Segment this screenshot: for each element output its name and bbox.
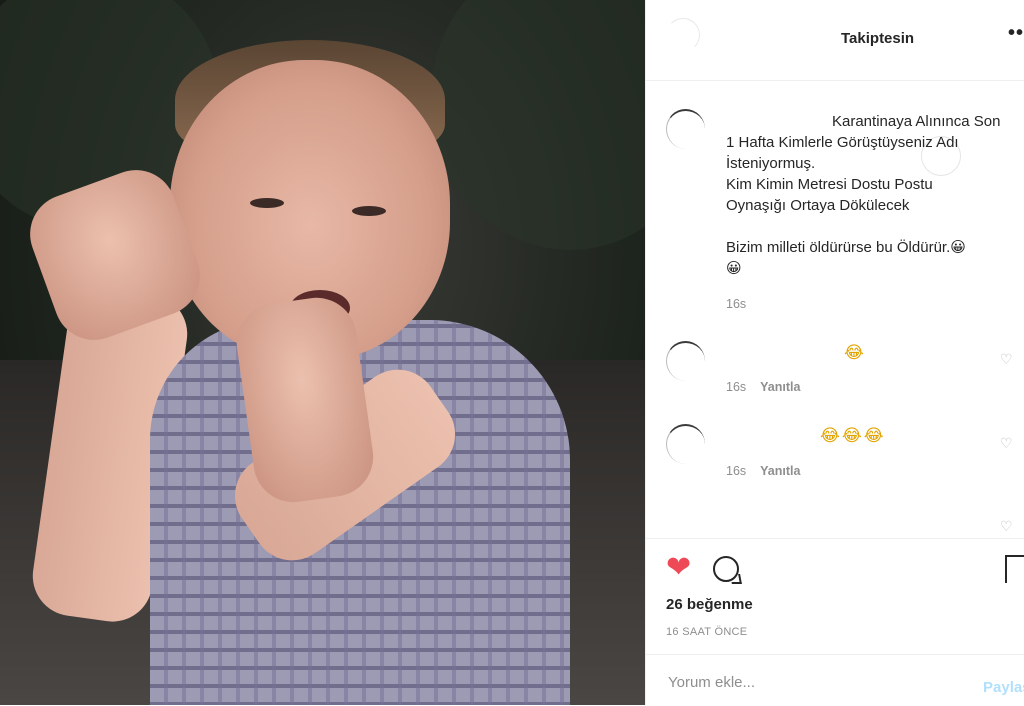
- like-heart-icon[interactable]: ❤: [666, 553, 691, 583]
- more-options-icon[interactable]: ••: [1008, 22, 1024, 45]
- comment-bubble-icon[interactable]: [713, 556, 739, 582]
- comment-meta: 16s Yanıtla: [726, 464, 800, 478]
- background-foliage: [430, 0, 645, 250]
- bookmark-icon[interactable]: [1005, 555, 1024, 583]
- caption-line: 1 Hafta Kimlerle Görüştüyseniz Adı: [726, 134, 959, 151]
- comment-time[interactable]: 16s: [726, 380, 746, 394]
- caption-time[interactable]: 16s: [726, 297, 746, 311]
- comment-like-heart-icon[interactable]: ♡: [1000, 351, 1013, 368]
- caption-line: Bizim milleti öldürürse bu Öldürür.😀: [726, 239, 966, 256]
- caption-line: İsteniyormuş.: [726, 155, 816, 172]
- caption-line: 😀: [726, 260, 742, 277]
- author-avatar[interactable]: [666, 18, 700, 52]
- caption-line: Kim Kimin Metresi Dostu Postu: [726, 176, 933, 193]
- add-comment-bar: Paylaş: [646, 654, 1024, 706]
- commenter-avatar[interactable]: [666, 341, 705, 381]
- child-eye-left: [250, 198, 284, 208]
- post-header: Takiptesin ••: [646, 0, 1024, 81]
- post-actions: ❤ 26 beğenme 16 SAAT ÖNCE: [646, 538, 1024, 654]
- following-status[interactable]: Takiptesin: [841, 30, 914, 47]
- post-side-panel: Takiptesin •• Karantinaya Alınınca Son 1…: [645, 0, 1024, 705]
- comment-like-heart-icon[interactable]: ♡: [1000, 435, 1013, 452]
- post-timestamp[interactable]: 16 SAAT ÖNCE: [666, 626, 747, 638]
- commenter-avatar[interactable]: [666, 424, 705, 464]
- post-comment-button[interactable]: Paylaş: [983, 679, 1024, 696]
- likes-count[interactable]: 26 beğenme: [666, 596, 753, 613]
- caption-author-avatar[interactable]: [666, 109, 705, 149]
- comment-time[interactable]: 16s: [726, 464, 746, 478]
- comment-meta: 16s Yanıtla: [726, 380, 800, 394]
- caption-line: Karantinaya Alınınca Son: [832, 113, 1001, 130]
- comment-text: 😂: [844, 343, 866, 362]
- comment-text: 😂😂😂: [820, 426, 886, 445]
- comments-list[interactable]: Karantinaya Alınınca Son 1 Hafta Kimlerl…: [646, 81, 1024, 538]
- post-photo[interactable]: [0, 0, 645, 705]
- caption-line: Oynaşığı Ortaya Dökülecek: [726, 197, 910, 214]
- comment-input[interactable]: [666, 669, 950, 695]
- child-eye-right: [352, 206, 386, 216]
- reply-button[interactable]: Yanıtla: [760, 464, 800, 478]
- post-caption: Karantinaya Alınınca Son 1 Hafta Kimlerl…: [726, 111, 1021, 279]
- reply-button[interactable]: Yanıtla: [760, 380, 800, 394]
- comment-like-heart-icon[interactable]: ♡: [1000, 518, 1013, 535]
